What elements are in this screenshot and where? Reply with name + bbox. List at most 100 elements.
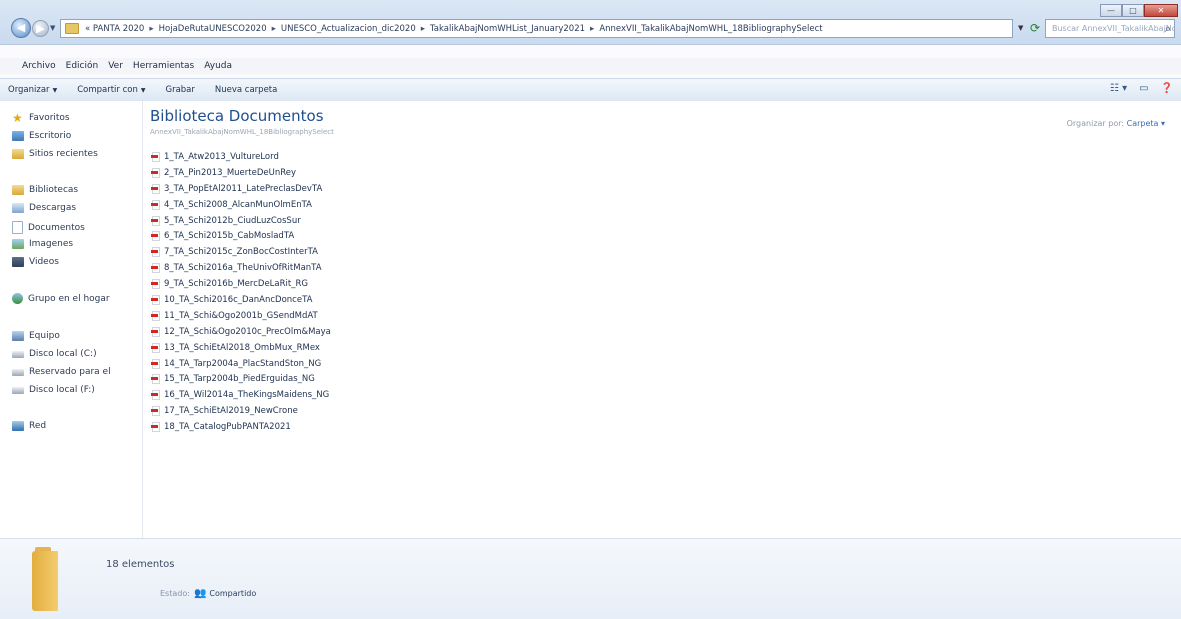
file-item[interactable]: 13_TA_SchiEtAl2018_OmbMux_RMex [151,340,331,356]
sidebar-item-disk-c[interactable]: Disco local (C:) [12,349,97,359]
maximize-button[interactable]: □ [1122,4,1144,17]
pdf-file-icon [151,231,160,242]
view-controls: ☷ ▾ ▭ ❓ [1110,83,1173,94]
file-view: Biblioteca Documentos AnnexVII_TakalikAb… [143,101,1181,538]
pdf-file-icon [151,279,160,290]
back-button[interactable]: ◀ [11,18,31,38]
sidebar-item-label: Red [29,421,47,431]
sidebar-item-label: Escritorio [29,131,72,141]
file-item[interactable]: 12_TA_Schi&Ogo2010c_PrecOlm&Maya [151,324,331,340]
window-controls: — □ ✕ [1100,4,1178,17]
share-button[interactable]: Compartir con ▼ [77,85,145,95]
view-options-icon[interactable]: ☷ ▾ [1110,83,1127,94]
sidebar-item-homegroup[interactable]: Grupo en el hogar [12,293,110,304]
burn-button[interactable]: Grabar [165,85,194,95]
chevron-down-icon: ▼ [52,87,58,94]
search-icon[interactable]: ⌕ [1165,22,1171,36]
file-name: 4_TA_Schi2008_AlcanMunOlmEnTA [164,199,312,210]
file-item[interactable]: 5_TA_Schi2012b_CiudLuzCosSur [151,213,331,229]
pdf-file-icon [151,390,160,401]
menu-ver[interactable]: Ver [108,61,123,71]
chevron-down-icon: ▼ [140,87,146,94]
breadcrumb-annex[interactable]: AnnexVII_TakalikAbajNomWHL_18Bibliograph… [599,24,822,34]
breadcrumb-hoja-ruta[interactable]: HojaDeRutaUNESCO2020 [159,24,267,34]
sidebar-item-videos[interactable]: Videos [12,257,59,267]
breadcrumb-separator-icon[interactable]: ▸ [590,24,594,34]
close-button[interactable]: ✕ [1144,4,1178,17]
sidebar-item-favorites[interactable]: ★ Favoritos [12,112,70,124]
network-icon [12,421,24,431]
file-item[interactable]: 8_TA_Schi2016a_TheUnivOfRitManTA [151,260,331,276]
file-item[interactable]: 7_TA_Schi2015c_ZonBocCostInterTA [151,244,331,260]
breadcrumb-panta[interactable]: « PANTA 2020 [85,24,144,34]
help-icon[interactable]: ❓ [1161,83,1173,94]
search-input[interactable]: Buscar AnnexVII_TakalikAbajNomWHL_18Bibl… [1045,19,1175,38]
menu-herramientas[interactable]: Herramientas [133,61,194,71]
computer-icon [12,331,24,341]
recent-places-icon [12,149,24,159]
sidebar-item-images[interactable]: Imagenes [12,239,73,249]
file-item[interactable]: 3_TA_PopEtAl2011_LatePreclasDevTA [151,181,331,197]
refresh-icon[interactable]: ⟳ [1030,21,1040,35]
minimize-button[interactable]: — [1100,4,1122,17]
menu-archivo[interactable]: Archivo [22,61,56,71]
history-dropdown-icon[interactable]: ▼ [50,24,55,32]
sidebar-item-label: Documentos [28,222,85,233]
organize-button[interactable]: Organizar ▼ [8,85,57,95]
file-item[interactable]: 9_TA_Schi2016b_MercDeLaRit_RG [151,276,331,292]
breadcrumb-separator-icon[interactable]: ▸ [272,24,276,34]
address-row: ◀ ▶ ▼ « PANTA 2020 ▸ HojaDeRutaUNESCO202… [0,0,1181,45]
file-item[interactable]: 14_TA_Tarp2004a_PlacStandSton_NG [151,356,331,372]
file-item[interactable]: 17_TA_SchiEtAl2019_NewCrone [151,403,331,419]
sidebar-item-reserved[interactable]: Reservado para el [12,367,111,377]
file-name: 1_TA_Atw2013_VultureLord [164,151,279,162]
address-dropdown-icon[interactable]: ▼ [1018,24,1023,32]
file-item[interactable]: 11_TA_Schi&Ogo2001b_GSendMdAT [151,308,331,324]
menu-ayuda[interactable]: Ayuda [204,61,232,71]
sidebar-item-label: Bibliotecas [29,185,79,195]
images-icon [12,239,24,249]
file-item[interactable]: 15_TA_Tarp2004b_PiedErguidas_NG [151,371,331,387]
forward-button[interactable]: ▶ [32,20,49,37]
preview-pane-icon[interactable]: ▭ [1139,83,1148,94]
pdf-file-icon [151,215,160,226]
file-item[interactable]: 16_TA_Wil2014a_TheKingsMaidens_NG [151,387,331,403]
share-state: Estado: 👥 Compartido [160,588,256,599]
pdf-file-icon [151,247,160,258]
breadcrumb-separator-icon[interactable]: ▸ [421,24,425,34]
pdf-file-icon [151,199,160,210]
sidebar-item-downloads[interactable]: Descargas [12,203,76,213]
pdf-file-icon [151,326,160,337]
document-icon [12,221,23,234]
sidebar-item-label: Descargas [29,203,77,213]
new-folder-button[interactable]: Nueva carpeta [215,85,277,95]
file-item[interactable]: 18_TA_CatalogPubPANTA2021 [151,419,331,435]
breadcrumb-unesco[interactable]: UNESCO_Actualizacion_dic2020 [281,24,416,34]
sidebar-item-label: Reservado para el [29,367,111,377]
menu-edicion[interactable]: Edición [66,61,99,71]
sidebar-item-documents[interactable]: Documentos [12,221,85,234]
address-bar[interactable]: « PANTA 2020 ▸ HojaDeRutaUNESCO2020 ▸ UN… [60,19,1013,38]
sidebar-item-recent[interactable]: Sitios recientes [12,149,98,159]
file-item[interactable]: 1_TA_Atw2013_VultureLord [151,149,331,165]
page-title: Biblioteca Documentos [150,107,324,125]
file-item[interactable]: 10_TA_Schi2016c_DanAncDonceTA [151,292,331,308]
file-item[interactable]: 2_TA_Pin2013_MuerteDeUnRey [151,165,331,181]
file-item[interactable]: 6_TA_Schi2015b_CabMosladTA [151,228,331,244]
breadcrumb-separator-icon[interactable]: ▸ [149,24,153,34]
file-name: 8_TA_Schi2016a_TheUnivOfRitManTA [164,263,322,274]
sidebar-item-label: Sitios recientes [29,149,98,159]
arrange-dropdown[interactable]: Carpeta ▾ [1127,119,1165,128]
item-count: 18 elementos [106,559,175,570]
sidebar-item-desktop[interactable]: Escritorio [12,131,71,141]
file-name: 17_TA_SchiEtAl2019_NewCrone [164,406,298,417]
file-name: 2_TA_Pin2013_MuerteDeUnRey [164,167,296,178]
file-name: 14_TA_Tarp2004a_PlacStandSton_NG [164,358,322,369]
sidebar-item-disk-f[interactable]: Disco local (F:) [12,385,95,395]
sidebar-item-libraries[interactable]: Bibliotecas [12,185,78,195]
file-name: 15_TA_Tarp2004b_PiedErguidas_NG [164,374,315,385]
sidebar-item-network[interactable]: Red [12,421,46,431]
file-item[interactable]: 4_TA_Schi2008_AlcanMunOlmEnTA [151,197,331,213]
sidebar-item-computer[interactable]: Equipo [12,331,60,341]
breadcrumb-takalik-list[interactable]: TakalikAbajNomWHList_January2021 [430,24,585,34]
